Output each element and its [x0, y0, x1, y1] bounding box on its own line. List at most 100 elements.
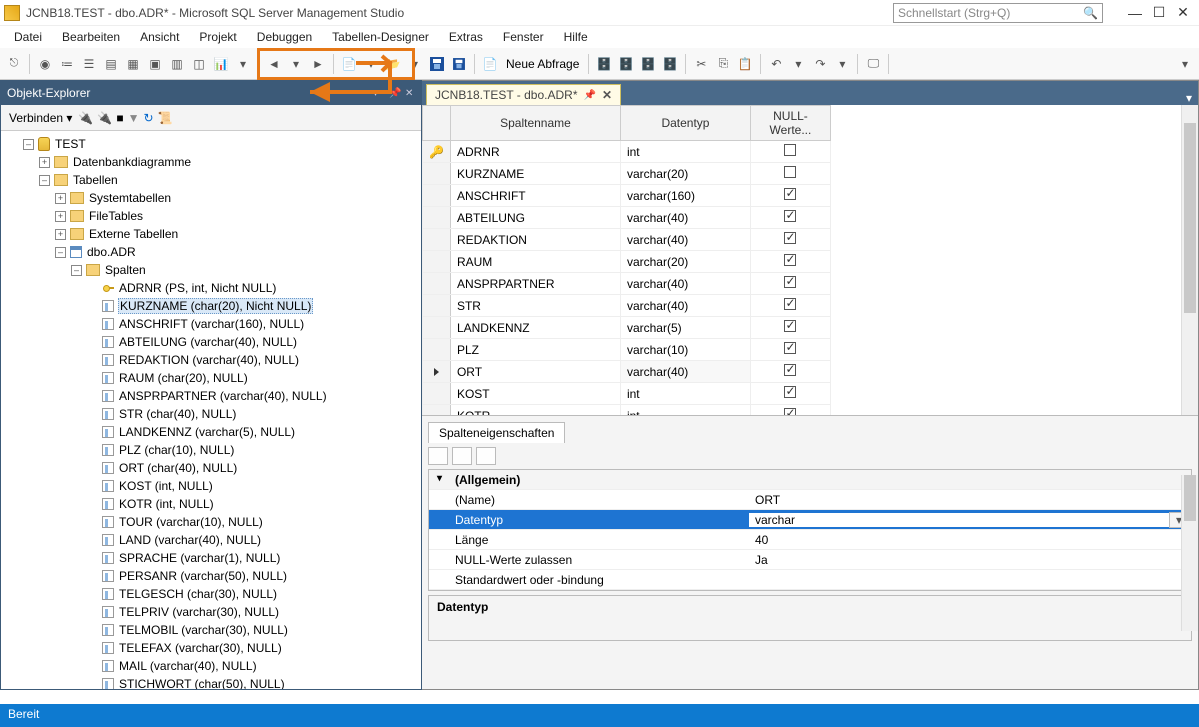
row-header[interactable] — [423, 207, 451, 229]
cell-data-type[interactable]: varchar(20) — [620, 163, 750, 185]
stop-icon[interactable]: ■ — [116, 111, 123, 125]
tree-column[interactable]: ANSCHRIFT (varchar(160), NULL) — [118, 317, 305, 331]
row-header[interactable] — [423, 273, 451, 295]
refresh-icon[interactable]: ↻ — [143, 111, 153, 125]
tree-column[interactable]: KOTR (int, NULL) — [118, 497, 215, 511]
tree-column[interactable]: STICHWORT (char(50), NULL) — [118, 677, 286, 689]
cell-allow-nulls[interactable] — [750, 273, 830, 295]
prop-pages-icon[interactable] — [476, 447, 496, 465]
cell-allow-nulls[interactable] — [750, 185, 830, 207]
tree-column[interactable]: TELPRIV (varchar(30), NULL) — [118, 605, 280, 619]
undo-icon[interactable]: ↶ — [766, 54, 786, 74]
tree-column[interactable]: KOST (int, NULL) — [118, 479, 214, 493]
menu-fenster[interactable]: Fenster — [495, 28, 552, 48]
row-header[interactable] — [423, 185, 451, 207]
save-button[interactable] — [427, 54, 447, 74]
cell-allow-nulls[interactable] — [750, 383, 830, 405]
nav-back-icon[interactable]: ◉ — [35, 54, 55, 74]
tree-column[interactable]: LANDKENNZ (varchar(5), NULL) — [118, 425, 296, 439]
cell-allow-nulls[interactable] — [750, 251, 830, 273]
tab-close-icon[interactable]: ✕ — [602, 88, 612, 102]
tree-column[interactable]: TELMOBIL (varchar(30), NULL) — [118, 623, 289, 637]
tree-column[interactable]: ABTEILUNG (varchar(40), NULL) — [118, 335, 298, 349]
cell-data-type[interactable]: int — [620, 383, 750, 405]
cell-allow-nulls[interactable] — [750, 207, 830, 229]
cell-column-name[interactable]: PLZ — [450, 339, 620, 361]
tool-c[interactable]: ▦ — [123, 54, 143, 74]
cell-column-name[interactable]: LANDKENNZ — [450, 317, 620, 339]
designer-scrollbar[interactable] — [1181, 105, 1198, 415]
prop-alpha-icon[interactable] — [452, 447, 472, 465]
row-header[interactable] — [423, 163, 451, 185]
properties-tab[interactable]: Spalteneigenschaften — [428, 422, 565, 443]
tree-filetables[interactable]: FileTables — [88, 209, 144, 223]
tree-tables[interactable]: Tabellen — [72, 173, 119, 187]
tree-column[interactable]: ADRNR (PS, int, Nicht NULL) — [118, 281, 277, 295]
tool-d[interactable]: ▣ — [145, 54, 165, 74]
cell-data-type[interactable]: varchar(40) — [620, 361, 750, 383]
menu-ansicht[interactable]: Ansicht — [132, 28, 187, 48]
menu-tabellen-designer[interactable]: Tabellen-Designer — [324, 28, 437, 48]
tool-chart[interactable]: 📊 — [211, 54, 231, 74]
cell-column-name[interactable]: ANSCHRIFT — [450, 185, 620, 207]
tool-b[interactable]: ▤ — [101, 54, 121, 74]
tree-column[interactable]: SPRACHE (varchar(1), NULL) — [118, 551, 281, 565]
tree-systemtables[interactable]: Systemtabellen — [88, 191, 172, 205]
tab-pin-icon[interactable]: 📌 — [584, 90, 596, 101]
menu-hilfe[interactable]: Hilfe — [556, 28, 596, 48]
cut-icon[interactable]: ✂ — [691, 54, 711, 74]
redo-dd[interactable]: ▾ — [832, 54, 852, 74]
copy-icon[interactable]: ⎘ — [713, 54, 733, 74]
tree-column[interactable]: TELEFAX (varchar(30), NULL) — [118, 641, 283, 655]
tool-1[interactable]: ⎋ — [4, 54, 24, 74]
cell-allow-nulls[interactable] — [750, 361, 830, 383]
menu-extras[interactable]: Extras — [441, 28, 491, 48]
connect-dropdown[interactable]: Verbinden ▾ — [7, 111, 74, 125]
cell-allow-nulls[interactable] — [750, 295, 830, 317]
tree-column[interactable]: REDAKTION (varchar(40), NULL) — [118, 353, 300, 367]
paste-icon[interactable]: 📋 — [735, 54, 755, 74]
display-icon[interactable]: 🖵 — [863, 54, 883, 74]
cell-data-type[interactable]: varchar(20) — [620, 251, 750, 273]
tree-column[interactable]: LAND (varchar(40), NULL) — [118, 533, 262, 547]
connect-icon[interactable]: 🔌 — [78, 111, 93, 125]
menu-datei[interactable]: Datei — [6, 28, 50, 48]
tree-column[interactable]: RAUM (char(20), NULL) — [118, 371, 249, 385]
menu-debuggen[interactable]: Debuggen — [249, 28, 320, 48]
cell-data-type[interactable]: varchar(40) — [620, 295, 750, 317]
property-row[interactable]: (Name)ORT — [429, 490, 1191, 510]
property-value[interactable]: 40 — [749, 533, 1191, 547]
quick-launch-search[interactable]: Schnellstart (Strg+Q) 🔍 — [893, 3, 1103, 23]
cell-allow-nulls[interactable] — [750, 317, 830, 339]
tree-dbo-adr[interactable]: dbo.ADR — [86, 245, 137, 259]
filter-icon[interactable]: ▼ — [128, 111, 140, 125]
tool-a[interactable]: ☰ — [79, 54, 99, 74]
tree-column[interactable]: STR (char(40), NULL) — [118, 407, 237, 421]
cell-data-type[interactable]: varchar(40) — [620, 207, 750, 229]
object-tree[interactable]: –TEST +Datenbankdiagramme –Tabellen +Sys… — [1, 131, 421, 689]
cell-allow-nulls[interactable] — [750, 405, 830, 416]
header-datatype[interactable]: Datentyp — [620, 106, 750, 141]
tree-diagrams[interactable]: Datenbankdiagramme — [72, 155, 192, 169]
tree-column[interactable]: MAIL (varchar(40), NULL) — [118, 659, 258, 673]
cell-column-name[interactable]: KOTR — [450, 405, 620, 416]
tool-filter[interactable]: ≔ — [57, 54, 77, 74]
db-icon-1[interactable]: 🗄️ — [594, 54, 614, 74]
redo-icon[interactable]: ↷ — [810, 54, 830, 74]
cell-column-name[interactable]: REDAKTION — [450, 229, 620, 251]
cell-data-type[interactable]: int — [620, 141, 750, 163]
cell-data-type[interactable]: varchar(40) — [620, 273, 750, 295]
property-row[interactable]: Datentypvarchar▾ — [429, 510, 1191, 530]
property-value[interactable]: ORT — [749, 493, 1191, 507]
tree-column[interactable]: PLZ (char(10), NULL) — [118, 443, 235, 457]
db-icon-3[interactable]: 🗄️ — [638, 54, 658, 74]
tool-dd[interactable]: ▾ — [233, 54, 253, 74]
cell-data-type[interactable]: varchar(5) — [620, 317, 750, 339]
tab-strip-dropdown[interactable]: ▾ — [1180, 91, 1198, 105]
tree-columns-folder[interactable]: Spalten — [104, 263, 147, 277]
cell-column-name[interactable]: ADRNR — [450, 141, 620, 163]
cell-data-type[interactable]: int — [620, 405, 750, 416]
row-header[interactable] — [423, 361, 451, 383]
save-all-button[interactable] — [449, 54, 469, 74]
menu-projekt[interactable]: Projekt — [191, 28, 244, 48]
